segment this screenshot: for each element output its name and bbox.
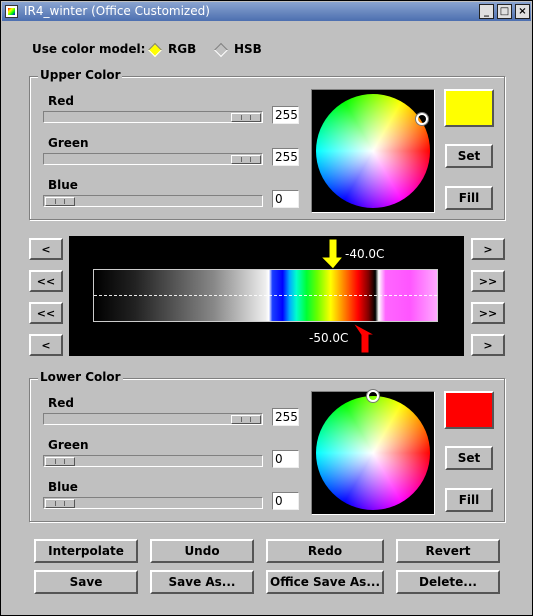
upper-fill-button[interactable]: Fill <box>445 186 493 210</box>
scale-left-button-1[interactable]: < <box>29 238 63 260</box>
lower-green-slider[interactable] <box>43 455 263 467</box>
scale-right-button-3[interactable]: >> <box>471 302 505 324</box>
revert-button[interactable]: Revert <box>396 539 500 563</box>
scale-left-button-4[interactable]: < <box>29 334 63 356</box>
lower-blue-label: Blue <box>48 480 78 494</box>
redo-button[interactable]: Redo <box>266 539 384 563</box>
upper-wheel-marker[interactable] <box>416 113 428 125</box>
upper-green-slider[interactable] <box>43 153 263 165</box>
color-scale-bar[interactable] <box>93 269 438 322</box>
lower-color-wheel-panel[interactable] <box>311 390 435 515</box>
upper-red-value[interactable]: 255 <box>272 106 299 124</box>
palette-editor-window: IR4_winter (Office Customized) _ □ × Use… <box>0 0 533 616</box>
upper-green-slider-thumb[interactable] <box>231 155 261 164</box>
radio-hsb[interactable]: HSB <box>213 42 274 58</box>
upper-red-label: Red <box>48 94 74 108</box>
interpolate-button[interactable]: Interpolate <box>34 539 138 563</box>
upper-color-swatch <box>444 89 494 127</box>
scale-dashed-line <box>94 295 437 296</box>
lower-marker-arrow-icon[interactable] <box>353 323 375 353</box>
delete-button[interactable]: Delete... <box>396 570 500 594</box>
radio-rgb[interactable]: RGB <box>147 42 208 58</box>
lower-blue-value[interactable]: 0 <box>272 492 299 510</box>
lower-set-button[interactable]: Set <box>445 446 493 470</box>
minimize-button[interactable]: _ <box>479 4 494 19</box>
color-model-label: Use color model: <box>32 42 146 56</box>
lower-green-label: Green <box>48 438 89 452</box>
lower-red-label: Red <box>48 396 74 410</box>
app-icon[interactable] <box>5 5 18 18</box>
lower-red-value[interactable]: 255 <box>272 408 299 426</box>
scale-right-button-1[interactable]: > <box>471 238 505 260</box>
lower-color-wheel[interactable] <box>316 396 430 510</box>
lower-blue-slider[interactable] <box>43 497 263 509</box>
upper-color-wheel-panel[interactable] <box>311 89 435 213</box>
upper-blue-value[interactable]: 0 <box>272 190 299 208</box>
window-title: IR4_winter (Office Customized) <box>24 4 210 18</box>
radio-hsb-label: HSB <box>234 42 262 56</box>
upper-blue-slider[interactable] <box>43 195 263 207</box>
scale-left-button-2[interactable]: << <box>29 270 63 292</box>
maximize-button[interactable]: □ <box>497 4 512 19</box>
upper-set-button[interactable]: Set <box>445 144 493 168</box>
upper-red-slider-thumb[interactable] <box>231 113 261 122</box>
upper-green-label: Green <box>48 136 89 150</box>
lower-red-slider-thumb[interactable] <box>231 415 261 424</box>
lower-wheel-marker[interactable] <box>367 390 379 402</box>
upper-red-slider[interactable] <box>43 111 263 123</box>
close-button[interactable]: × <box>515 4 530 19</box>
title-bar[interactable]: IR4_winter (Office Customized) _ □ × <box>2 2 531 21</box>
office-save-as-button[interactable]: Office Save As... <box>266 570 384 594</box>
scale-right-button-2[interactable]: >> <box>471 270 505 292</box>
upper-green-value[interactable]: 255 <box>272 148 299 166</box>
lower-green-value[interactable]: 0 <box>272 450 299 468</box>
upper-color-wheel[interactable] <box>316 94 430 208</box>
lower-red-slider[interactable] <box>43 413 263 425</box>
lower-color-swatch <box>444 391 494 429</box>
upper-marker-shape[interactable] <box>321 239 343 269</box>
lower-marker-label: -50.0C <box>309 331 349 345</box>
save-as-button[interactable]: Save As... <box>150 570 254 594</box>
radio-hsb-indicator[interactable] <box>213 42 229 58</box>
scale-right-button-4[interactable]: > <box>471 334 505 356</box>
upper-blue-slider-thumb[interactable] <box>45 197 75 206</box>
radio-rgb-indicator[interactable] <box>147 42 163 58</box>
scale-left-button-3[interactable]: << <box>29 302 63 324</box>
lower-green-slider-thumb[interactable] <box>45 457 75 466</box>
save-button[interactable]: Save <box>34 570 138 594</box>
lower-fill-button[interactable]: Fill <box>445 488 493 512</box>
undo-button[interactable]: Undo <box>150 539 254 563</box>
lower-color-title: Lower Color <box>38 370 123 384</box>
lower-blue-slider-thumb[interactable] <box>45 499 75 508</box>
upper-color-title: Upper Color <box>38 68 123 82</box>
color-scale-panel[interactable]: -40.0C -50.0C <box>69 236 464 356</box>
upper-blue-label: Blue <box>48 178 78 192</box>
upper-marker-label: -40.0C <box>345 247 385 261</box>
lower-marker-shape[interactable] <box>353 323 375 353</box>
upper-marker-arrow-icon[interactable] <box>321 239 343 269</box>
radio-rgb-label: RGB <box>168 42 197 56</box>
